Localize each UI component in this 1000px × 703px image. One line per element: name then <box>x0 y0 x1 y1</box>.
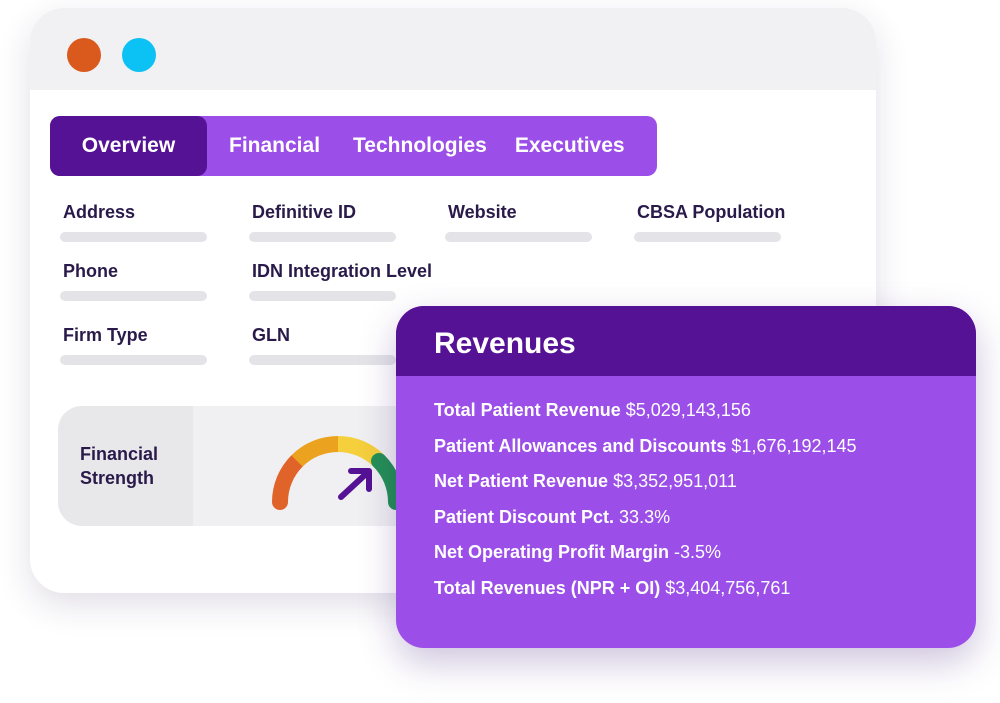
idn-integration-level-label: IDN Integration Level <box>252 261 433 281</box>
revenues-list: Total Patient Revenue $5,029,143,156 Pat… <box>434 400 857 614</box>
revenue-row-label: Net Patient Revenue <box>434 471 609 492</box>
gauge-segment-green <box>371 452 404 510</box>
revenue-row-patient-allowances: Patient Allowances and Discounts $1,676,… <box>434 436 857 472</box>
revenues-card: Revenues Total Patient Revenue $5,029,14… <box>396 306 976 648</box>
revenue-row-label: Net Operating Profit Margin <box>434 542 670 563</box>
window-titlebar <box>30 8 876 90</box>
tab-overview[interactable]: Overview <box>50 116 207 176</box>
gauge-needle-arrow-icon <box>338 468 372 500</box>
revenue-row-patient-discount-pct: Patient Discount Pct. 33.3% <box>434 507 857 543</box>
revenue-row-net-operating-profit-margin: Net Operating Profit Margin -3.5% <box>434 542 857 578</box>
tab-financial[interactable]: Financial <box>229 116 320 176</box>
financial-strength-label-line1: Financial <box>80 444 159 464</box>
address-label: Address <box>63 202 136 222</box>
gln-label: GLN <box>252 325 290 345</box>
gauge-segment-red <box>272 452 305 510</box>
revenue-row-net-patient-revenue: Net Patient Revenue $3,352,951,011 <box>434 471 857 507</box>
website-value-placeholder <box>445 232 592 242</box>
financial-strength-gauge <box>272 436 404 510</box>
revenue-row-label: Patient Discount Pct. <box>434 506 615 527</box>
revenue-row-label: Total Patient Revenue <box>434 400 621 420</box>
revenue-row-value: $5,029,143,156 <box>625 400 751 420</box>
tab-executives[interactable]: Executives <box>515 116 625 176</box>
gln-value-placeholder <box>249 355 396 365</box>
revenue-row-value: $3,404,756,761 <box>665 577 791 598</box>
revenue-row-total-patient-revenue: Total Patient Revenue $5,029,143,156 <box>434 400 857 436</box>
tab-bar: Overview Financial Technologies Executiv… <box>50 116 657 176</box>
revenue-row-value: -3.5% <box>674 542 722 563</box>
revenue-row-value: 33.3% <box>619 506 671 527</box>
revenues-title: Revenues <box>396 306 976 376</box>
financial-strength-label: Financial Strength <box>58 406 193 526</box>
definitive-id-label: Definitive ID <box>252 202 357 222</box>
revenue-row-label: Patient Allowances and Discounts <box>434 435 727 456</box>
financial-strength-card: Financial Strength <box>58 406 438 526</box>
revenue-row-value: $1,676,192,145 <box>731 435 857 456</box>
revenue-row-label: Total Revenues (NPR + OI) <box>434 577 661 598</box>
financial-strength-label-line2: Strength <box>80 468 154 488</box>
cbsa-population-label: CBSA Population <box>637 202 786 222</box>
revenue-row-value: $3,352,951,011 <box>613 471 737 492</box>
firm-type-value-placeholder <box>60 355 207 365</box>
address-value-placeholder <box>60 232 207 242</box>
tab-technologies[interactable]: Technologies <box>353 116 487 176</box>
window-close-dot[interactable] <box>67 38 101 72</box>
gauge-segment-orange <box>291 436 339 467</box>
phone-value-placeholder <box>60 291 207 301</box>
cbsa-population-value-placeholder <box>634 232 781 242</box>
definitive-id-value-placeholder <box>249 232 396 242</box>
phone-label: Phone <box>63 261 119 281</box>
window-minimize-dot[interactable] <box>122 38 156 72</box>
website-label: Website <box>448 202 517 222</box>
revenue-row-total-revenues: Total Revenues (NPR + OI) $3,404,756,761 <box>434 578 857 614</box>
idn-integration-level-value-placeholder <box>249 291 396 301</box>
firm-type-label: Firm Type <box>63 325 148 345</box>
